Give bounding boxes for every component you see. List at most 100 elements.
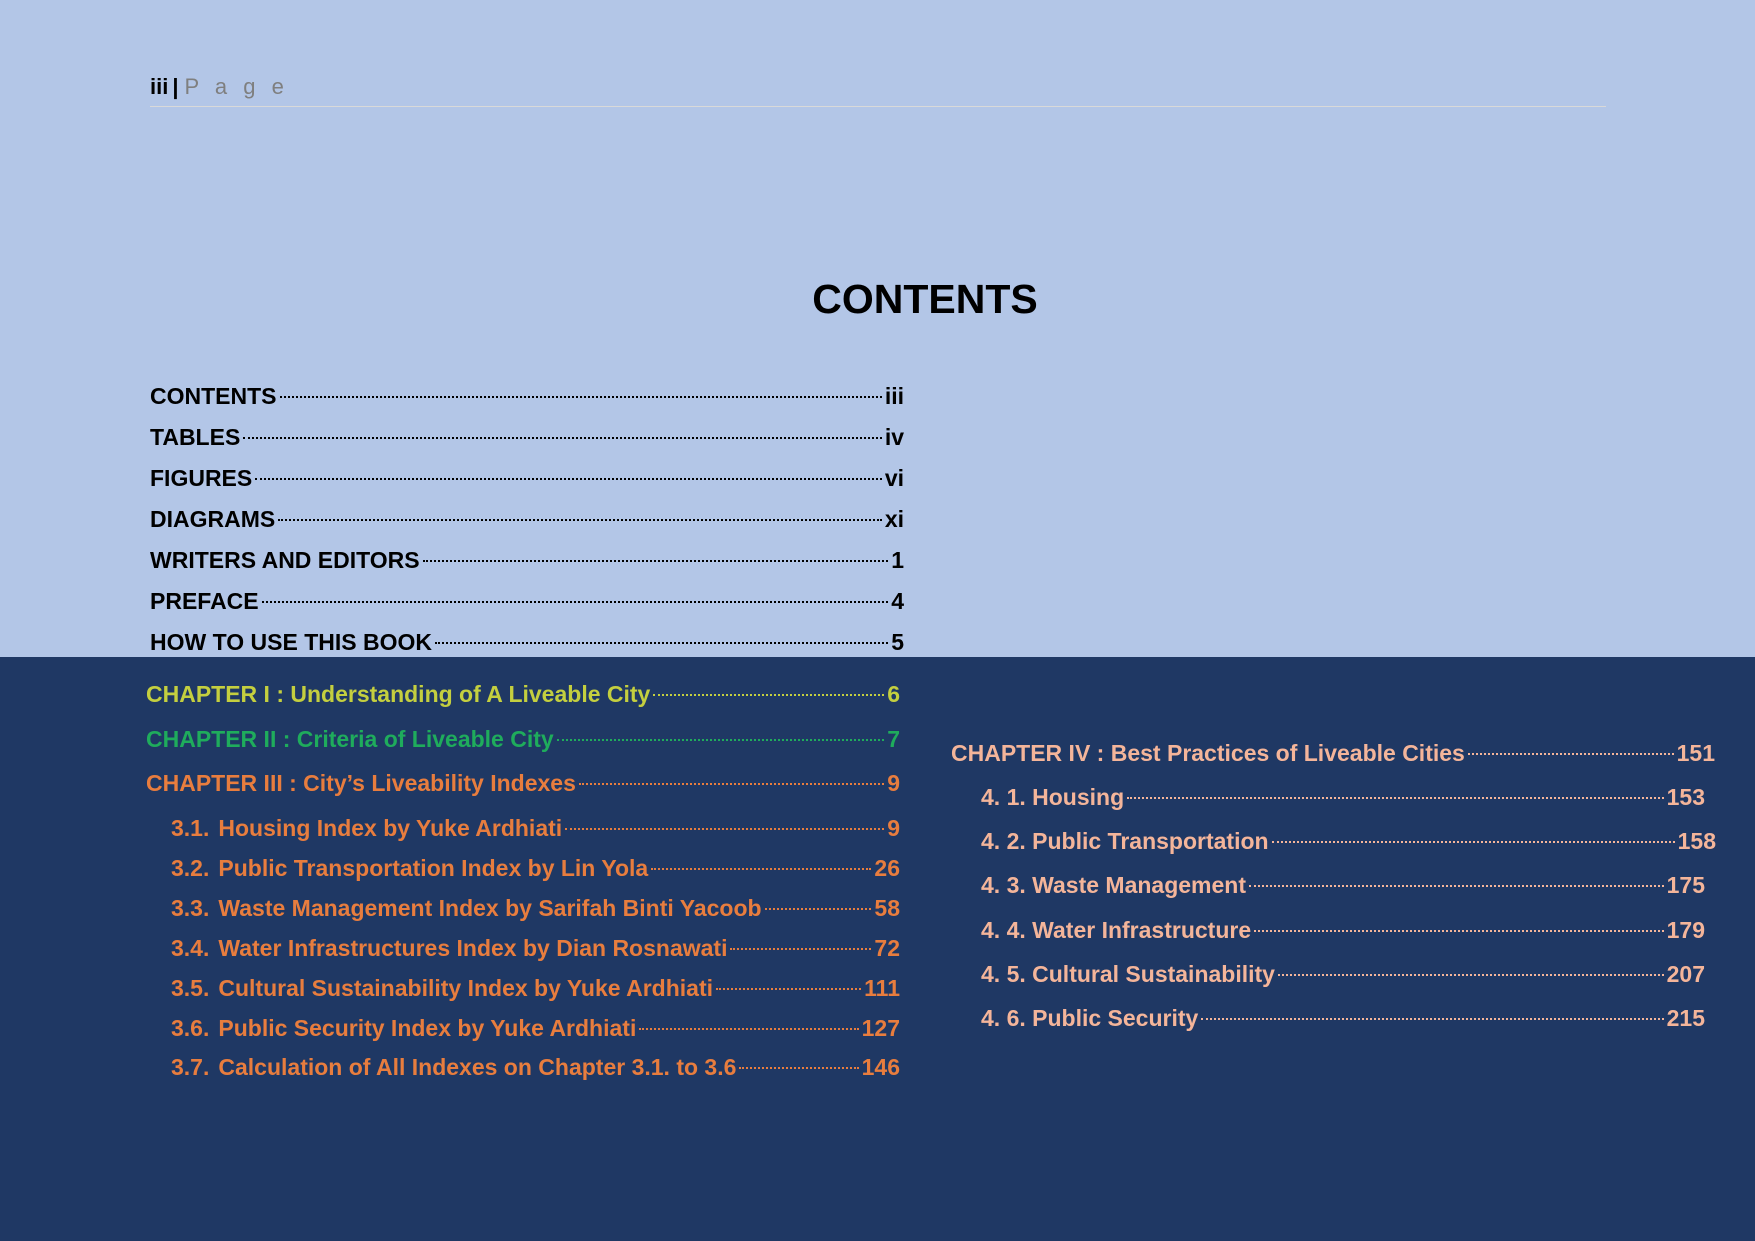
toc-entry-how-to-use[interactable]: HOW TO USE THIS BOOK 5 [150, 626, 904, 658]
toc-entry-label: Calculation of All Indexes on Chapter 3.… [218, 1054, 737, 1080]
page-number: iii [150, 74, 169, 99]
dot-leader [730, 948, 872, 950]
toc-section-3-6[interactable]: 3.6. Public Security Index by Yuke Ardhia… [171, 1012, 900, 1044]
toc-chapter-2[interactable]: CHAPTER II : Criteria of Liveable City 7 [146, 723, 900, 755]
toc-section-3-5[interactable]: 3.5. Cultural Sustainability Index by Yuk… [171, 972, 900, 1004]
dot-leader [716, 988, 862, 990]
toc-section-4-6[interactable]: 4. 6. Public Security 215 [981, 1002, 1705, 1034]
toc-entry-diagrams[interactable]: DIAGRAMS xi [150, 503, 904, 535]
dot-leader [279, 396, 882, 398]
toc-entry-page: 58 [874, 895, 900, 921]
toc-entry-label: CONTENTS [150, 383, 277, 409]
toc-entry-page: 158 [1677, 828, 1716, 854]
toc-entry-tables[interactable]: TABLES iv [150, 421, 904, 453]
dot-leader [639, 1028, 859, 1030]
toc-chapter-4[interactable]: CHAPTER IV : Best Practices of Liveable … [951, 737, 1715, 769]
toc-entry-label: DIAGRAMS [150, 506, 276, 532]
toc-section-4-5[interactable]: 4. 5. Cultural Sustainability 207 [981, 958, 1705, 990]
page-title: CONTENTS [812, 276, 1038, 322]
toc-entry-page: 127 [861, 1015, 900, 1041]
toc-entry-page: iv [884, 424, 904, 450]
toc-section-4-4[interactable]: 4. 4. Water Infrastructure 179 [981, 914, 1705, 946]
dot-leader [261, 601, 889, 603]
toc-entry-label-wrap: 3.2. Public Transportation Index by Lin Y… [171, 852, 651, 884]
toc-section-3-1[interactable]: 3.1. Housing Index by Yuke Ardhiati 9 [171, 812, 900, 844]
toc-entry-page: 9 [887, 815, 900, 841]
toc-entry-label: Cultural Sustainability Index by Yuke Ar… [218, 975, 713, 1001]
dot-leader [653, 694, 885, 696]
dot-leader [243, 437, 882, 439]
toc-entry-page: 9 [887, 770, 900, 796]
dot-leader [434, 642, 889, 644]
toc-chapter-1[interactable]: CHAPTER I : Understanding of A Liveable … [146, 678, 900, 710]
toc-entry-page: 207 [1666, 961, 1705, 987]
toc-section-index: 3.6. [171, 1015, 210, 1041]
toc-entry-label: Housing Index by Yuke Ardhiati [218, 815, 563, 841]
toc-entry-page: 72 [874, 935, 900, 961]
dot-leader [1201, 1018, 1664, 1020]
toc-entry-label: 4. 4. Water Infrastructure [981, 917, 1252, 943]
toc-entry-label-wrap: 3.1. Housing Index by Yuke Ardhiati [171, 812, 565, 844]
toc-entry-page: 5 [891, 629, 904, 655]
toc-section-index: 3.5. [171, 975, 210, 1001]
toc-entry-label-wrap: 3.7. Calculation of All Indexes on Chapte… [171, 1051, 739, 1083]
toc-section-index: 3.2. [171, 855, 210, 881]
dot-leader [651, 868, 872, 870]
dot-leader [278, 519, 882, 521]
toc-section-index: 3.4. [171, 935, 210, 961]
dot-leader [739, 1067, 859, 1069]
dot-leader [1467, 753, 1674, 755]
dot-leader [578, 783, 885, 785]
toc-entry-page: vi [884, 465, 904, 491]
toc-entry-label: FIGURES [150, 465, 253, 491]
dot-leader [565, 828, 885, 830]
toc-entry-page: 175 [1666, 872, 1705, 898]
toc-entry-label: 4. 2. Public Transportation [981, 828, 1269, 854]
toc-entry-label: CHAPTER II : Criteria of Liveable City [146, 726, 554, 752]
toc-section-4-1[interactable]: 4. 1. Housing 153 [981, 781, 1705, 813]
toc-section-3-2[interactable]: 3.2. Public Transportation Index by Lin Y… [171, 852, 900, 884]
toc-chapter-3[interactable]: CHAPTER III : City’s Liveability Indexes… [146, 767, 900, 799]
toc-entry-page: 151 [1676, 740, 1715, 766]
toc-entry-page: 26 [874, 855, 900, 881]
toc-entry-label-wrap: 3.5. Cultural Sustainability Index by Yuk… [171, 972, 716, 1004]
toc-entry-page: 6 [887, 681, 900, 707]
toc-section-index: 3.1. [171, 815, 210, 841]
toc-entry-label: Public Security Index by Yuke Ardhiati [218, 1015, 637, 1041]
toc-entry-label: CHAPTER I : Understanding of A Liveable … [146, 681, 651, 707]
toc-entry-label-wrap: 3.3. Waste Management Index by Sarifah Bi… [171, 892, 765, 924]
toc-entry-page: 146 [861, 1054, 900, 1080]
toc-entry-figures[interactable]: FIGURES vi [150, 462, 904, 494]
toc-entry-label: WRITERS AND EDITORS [150, 547, 420, 573]
page-word: P a g e [184, 74, 289, 99]
header-separator: | [172, 74, 179, 99]
toc-entry-page: 179 [1666, 917, 1705, 943]
toc-entry-contents[interactable]: CONTENTS iii [150, 380, 904, 412]
dot-leader [422, 560, 889, 562]
toc-entry-label: Water Infrastructures Index by Dian Rosn… [218, 935, 728, 961]
dot-leader [556, 739, 885, 741]
dot-leader [255, 478, 882, 480]
toc-section-index: 3.3. [171, 895, 210, 921]
dot-leader [1277, 974, 1664, 976]
toc-section-3-4[interactable]: 3.4. Water Infrastructures Index by Dian … [171, 932, 900, 964]
toc-entry-label: 4. 5. Cultural Sustainability [981, 961, 1275, 987]
toc-entry-page: 111 [864, 975, 900, 1001]
toc-entry-page: xi [884, 506, 904, 532]
toc-entry-label: 4. 6. Public Security [981, 1005, 1199, 1031]
toc-entry-label: PREFACE [150, 588, 259, 614]
dot-leader [1271, 841, 1675, 843]
toc-entry-label: HOW TO USE THIS BOOK [150, 629, 432, 655]
toc-entry-label: TABLES [150, 424, 241, 450]
toc-section-3-3[interactable]: 3.3. Waste Management Index by Sarifah Bi… [171, 892, 900, 924]
toc-entry-writers-and-editors[interactable]: WRITERS AND EDITORS 1 [150, 544, 904, 576]
toc-entry-label-wrap: 3.4. Water Infrastructures Index by Dian … [171, 932, 730, 964]
toc-section-3-7[interactable]: 3.7. Calculation of All Indexes on Chapte… [171, 1051, 900, 1083]
toc-entry-page: 153 [1666, 784, 1705, 810]
toc-entry-page: 7 [887, 726, 900, 752]
toc-section-4-2[interactable]: 4. 2. Public Transportation 158 [981, 825, 1716, 857]
toc-entry-page: 4 [891, 588, 904, 614]
toc-entry-page: iii [884, 383, 904, 409]
toc-entry-preface[interactable]: PREFACE 4 [150, 585, 904, 617]
toc-section-4-3[interactable]: 4. 3. Waste Management 175 [981, 869, 1705, 901]
